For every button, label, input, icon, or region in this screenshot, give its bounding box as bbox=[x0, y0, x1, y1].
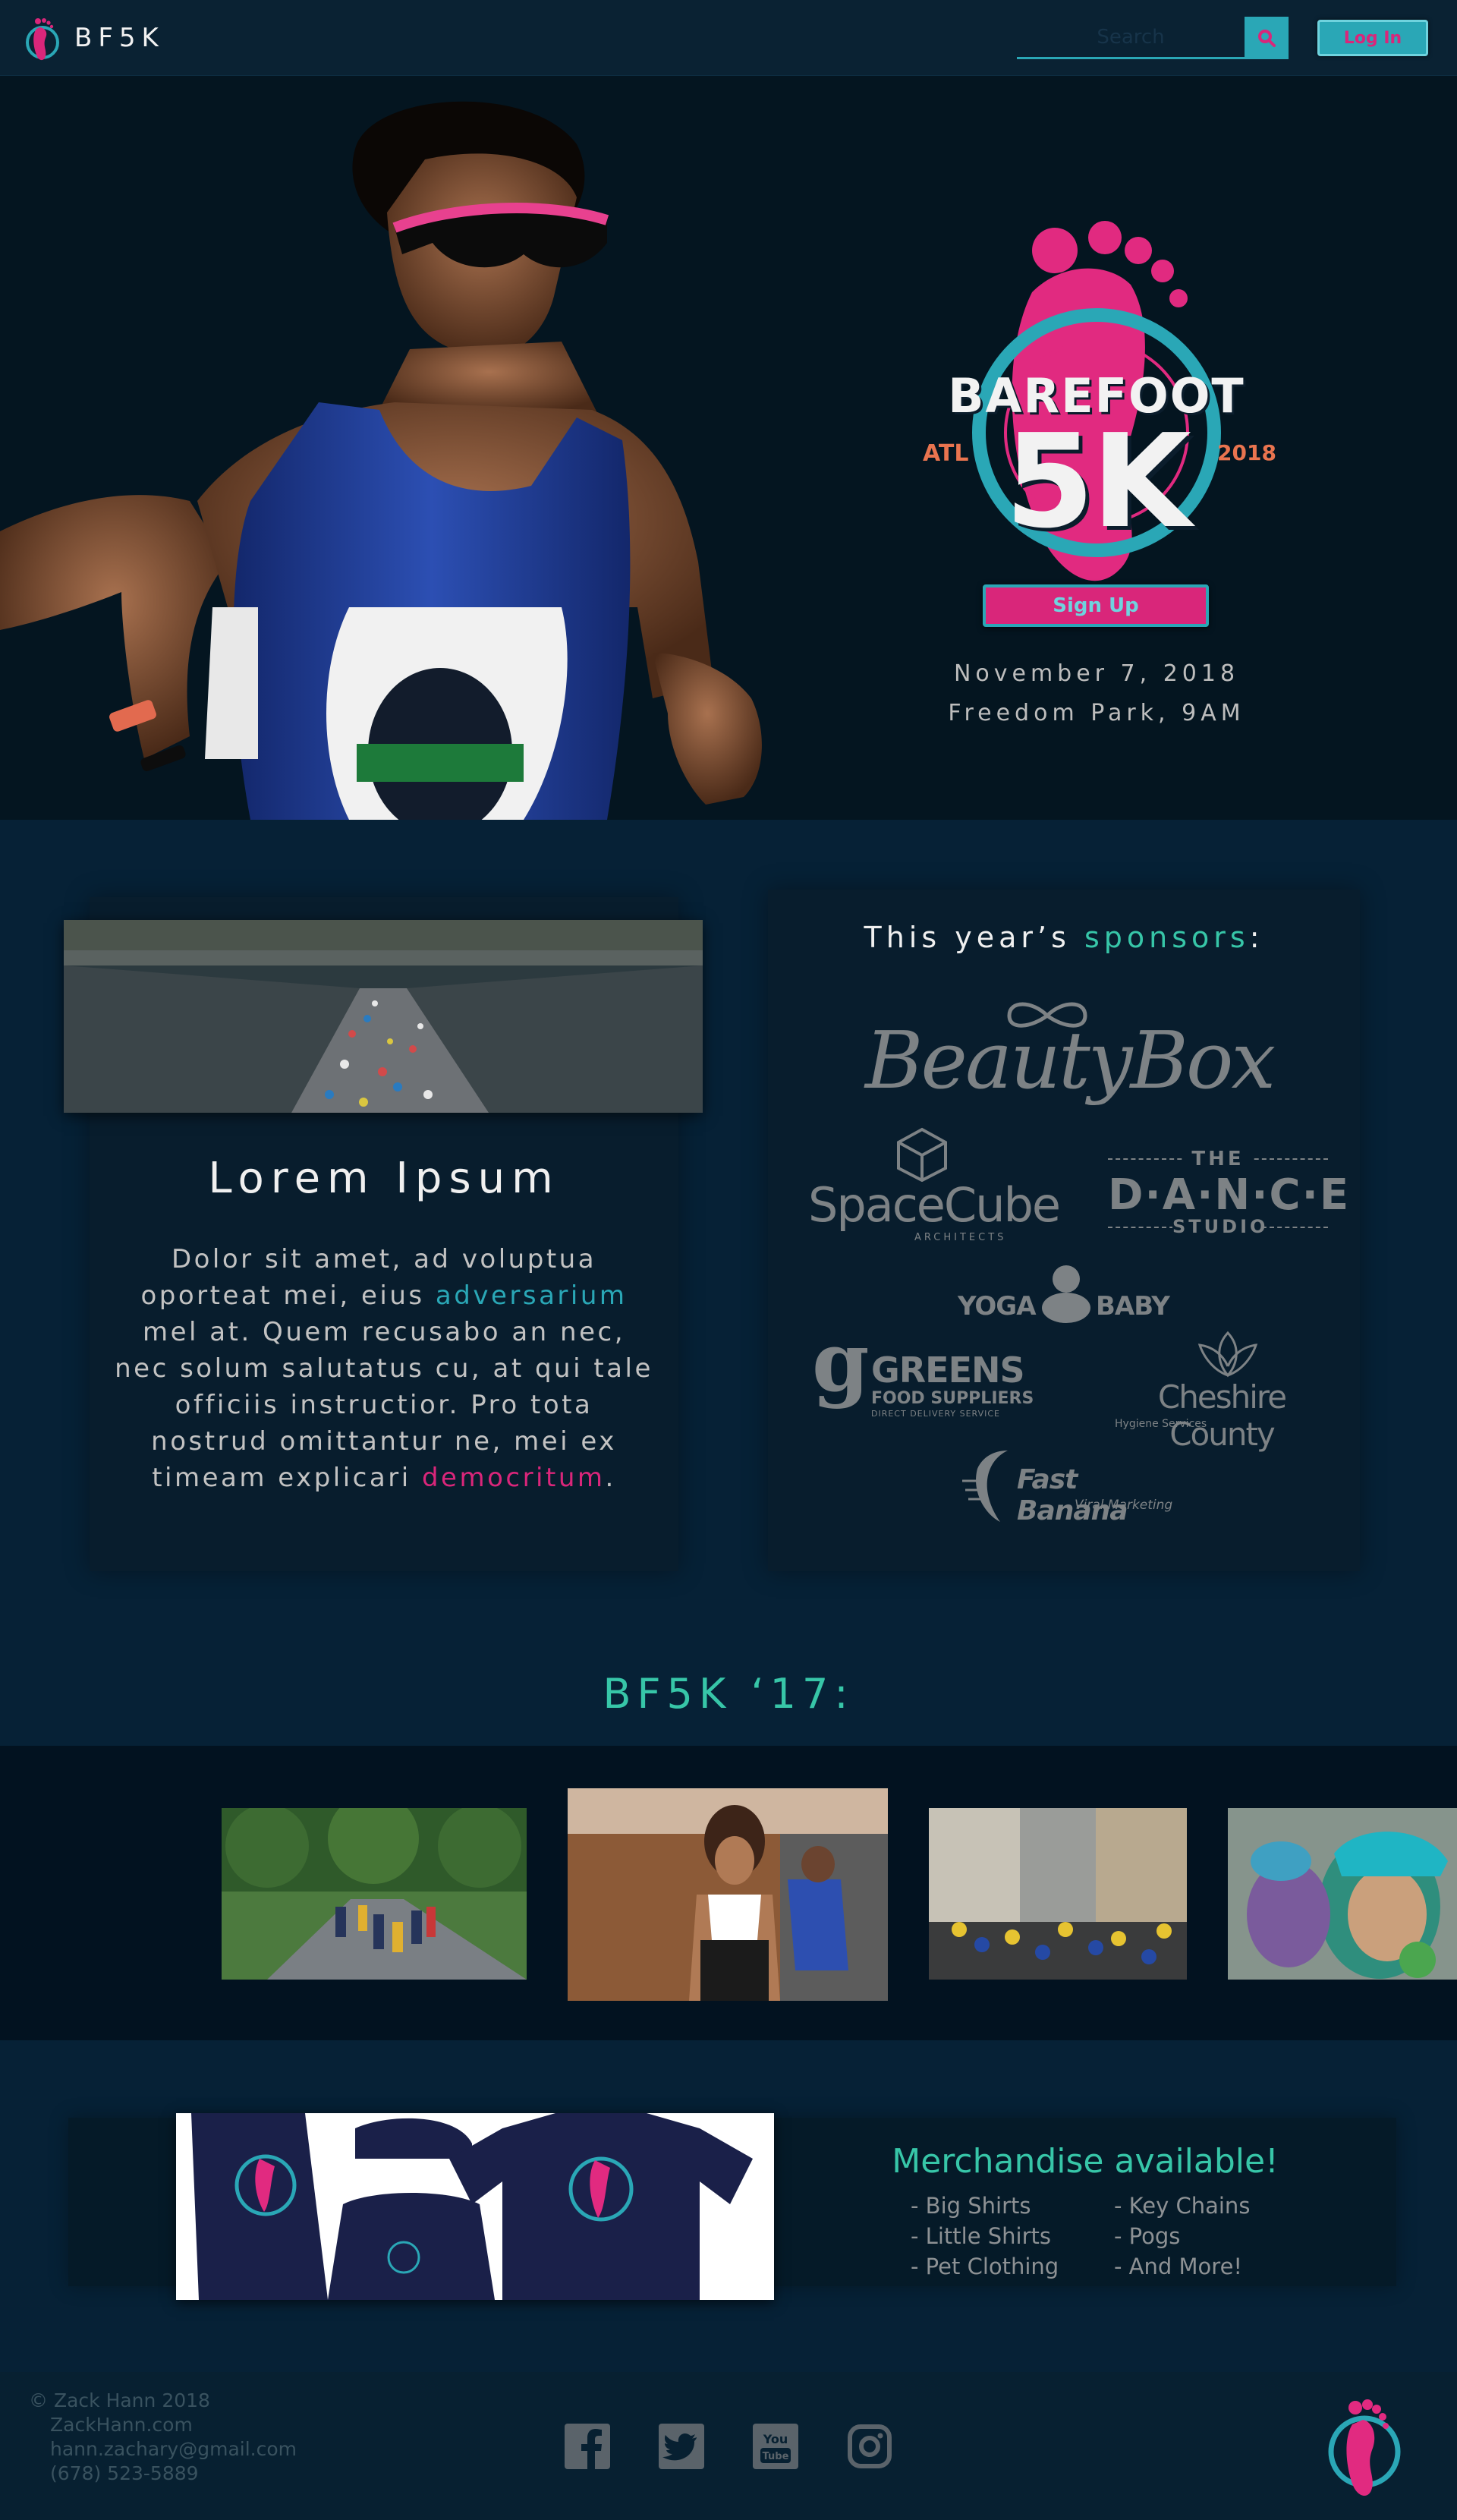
instagram-icon[interactable] bbox=[847, 2424, 892, 2469]
sponsors-title: This year’s sponsors: bbox=[768, 921, 1360, 954]
signup-button[interactable]: Sign Up bbox=[983, 584, 1209, 627]
sponsor-greens[interactable]: g GREENS FOOD SUPPLIERS DIRECT DELIVERY … bbox=[812, 1321, 1040, 1419]
gallery-title: BF5K ‘17: bbox=[603, 1670, 854, 1718]
sponsor-yoga-left: YOGA bbox=[958, 1291, 1037, 1321]
sponsor-cheshire[interactable]: Cheshire County Hygiene Services bbox=[1112, 1328, 1332, 1453]
merch-list-2: - Key Chains - Pogs - And More! bbox=[1114, 2191, 1250, 2282]
meditating-baby-icon bbox=[1042, 1265, 1090, 1323]
search-bar bbox=[1017, 17, 1289, 61]
twitter-icon[interactable] bbox=[659, 2424, 704, 2469]
event-date: November 7, 2018 bbox=[953, 660, 1240, 687]
sponsor-banana-main: Fast Banana bbox=[1017, 1464, 1128, 1526]
footer-site-link[interactable]: ZackHann.com bbox=[50, 2414, 193, 2436]
brand-name[interactable]: BF5K bbox=[74, 23, 165, 53]
top-nav: BF5K Log In bbox=[0, 0, 1457, 76]
sponsors-title-suffix: : bbox=[1249, 921, 1264, 954]
gallery-photo-female-runner[interactable] bbox=[568, 1788, 888, 2001]
youtube-word-top: You bbox=[763, 2432, 788, 2446]
logo-word-5k: 5K bbox=[1004, 407, 1191, 557]
about-title: Lorem Ipsum bbox=[208, 1154, 560, 1203]
merch-item: - Little Shirts bbox=[911, 2223, 1052, 2249]
sponsor-beautybox-label: BeautyBox bbox=[865, 1014, 1276, 1107]
merch-title: Merchandise available! bbox=[892, 2142, 1279, 2181]
login-button[interactable]: Log In bbox=[1317, 20, 1428, 56]
about-body: Dolor sit amet, ad voluptua oporteat mei… bbox=[114, 1241, 654, 1496]
sponsor-banana-sub: Viral Marketing bbox=[1075, 1498, 1173, 1513]
greens-g-letter: g bbox=[812, 1315, 870, 1410]
merch-item: - Pet Clothing bbox=[911, 2254, 1059, 2279]
footer-phone: (678) 523-5889 bbox=[50, 2462, 199, 2484]
merch-apparel-photo bbox=[176, 2113, 774, 2300]
merch-list-1: - Big Shirts - Little Shirts - Pet Cloth… bbox=[911, 2191, 1059, 2282]
democritum-link[interactable]: democritum bbox=[422, 1463, 606, 1493]
sponsor-dance-studio[interactable]: THE D·A·N·C·E STUDIO bbox=[1108, 1146, 1351, 1237]
search-button[interactable] bbox=[1245, 17, 1289, 59]
race-crowd-photo bbox=[64, 920, 703, 1113]
gallery-photo-street-crowd[interactable] bbox=[929, 1808, 1187, 1980]
footer-copyright: © Zack Hann 2018 bbox=[29, 2389, 210, 2411]
logo-tag-year: 2018 bbox=[1217, 440, 1276, 465]
footer-footprint-logo-icon[interactable] bbox=[1326, 2391, 1407, 2505]
merch-item: - And More! bbox=[1114, 2254, 1243, 2279]
gallery-carousel[interactable] bbox=[0, 1746, 1457, 2040]
event-venue: Freedom Park, 9AM bbox=[948, 700, 1245, 726]
logo-tag-atl: ATL bbox=[923, 440, 969, 467]
sponsor-cheshire-main: Cheshire County bbox=[1157, 1378, 1287, 1453]
merch-item: - Key Chains bbox=[1114, 2193, 1251, 2219]
sponsor-spacecube-label: SpaceCube bbox=[808, 1177, 1061, 1233]
sponsor-dance-main: D·A·N·C·E bbox=[1108, 1170, 1351, 1220]
gallery-photo-color-run[interactable] bbox=[1228, 1808, 1457, 1980]
gallery-photo-park-run[interactable] bbox=[222, 1808, 527, 1980]
sponsor-greens-sub1: FOOD SUPPLIERS bbox=[871, 1389, 1034, 1408]
hero-runner-photo bbox=[0, 76, 804, 820]
sponsor-spacecube[interactable]: SpaceCube ARCHITECTS bbox=[808, 1127, 1061, 1243]
facebook-icon[interactable] bbox=[565, 2424, 610, 2469]
merch-item: - Big Shirts bbox=[911, 2193, 1031, 2219]
search-icon bbox=[1258, 30, 1276, 47]
sponsor-greens-main: GREENS bbox=[871, 1350, 1025, 1391]
youtube-word-bottom: Tube bbox=[763, 2451, 789, 2462]
sponsors-title-prefix: This year’s bbox=[864, 921, 1071, 954]
sponsor-spacecube-sub: ARCHITECTS bbox=[914, 1232, 1007, 1243]
footer-email-link[interactable]: hann.zachary@gmail.com bbox=[50, 2438, 297, 2460]
sponsor-greens-sub2: DIRECT DELIVERY SERVICE bbox=[871, 1409, 1001, 1419]
sponsor-dance-the: THE bbox=[1184, 1148, 1252, 1170]
cube-icon bbox=[897, 1127, 947, 1182]
about-body-end: . bbox=[605, 1463, 616, 1493]
footprint-logo-icon[interactable] bbox=[21, 12, 65, 65]
sponsor-yoga-right: BABY bbox=[1096, 1291, 1170, 1321]
search-input[interactable] bbox=[1017, 17, 1245, 59]
sponsor-beautybox[interactable]: BeautyBox bbox=[865, 1000, 1276, 1137]
lotus-icon bbox=[1197, 1331, 1258, 1378]
sponsor-fast-banana[interactable]: Fast Banana Viral Marketing bbox=[962, 1446, 1182, 1529]
adversarium-link[interactable]: adversarium bbox=[436, 1280, 628, 1311]
sponsors-title-highlight: sponsors bbox=[1084, 921, 1250, 954]
sponsor-dance-studio-label: STUDIO bbox=[1172, 1216, 1269, 1237]
youtube-icon[interactable]: You Tube bbox=[753, 2424, 798, 2469]
merch-item: - Pogs bbox=[1114, 2223, 1181, 2249]
hero-section: BAREFOOT 5K ATL 2018 Sign Up November 7,… bbox=[0, 76, 1457, 820]
sponsor-cheshire-sub: Hygiene Services bbox=[1115, 1418, 1207, 1430]
sponsor-yoga-baby[interactable]: YOGA BABY bbox=[958, 1264, 1178, 1325]
